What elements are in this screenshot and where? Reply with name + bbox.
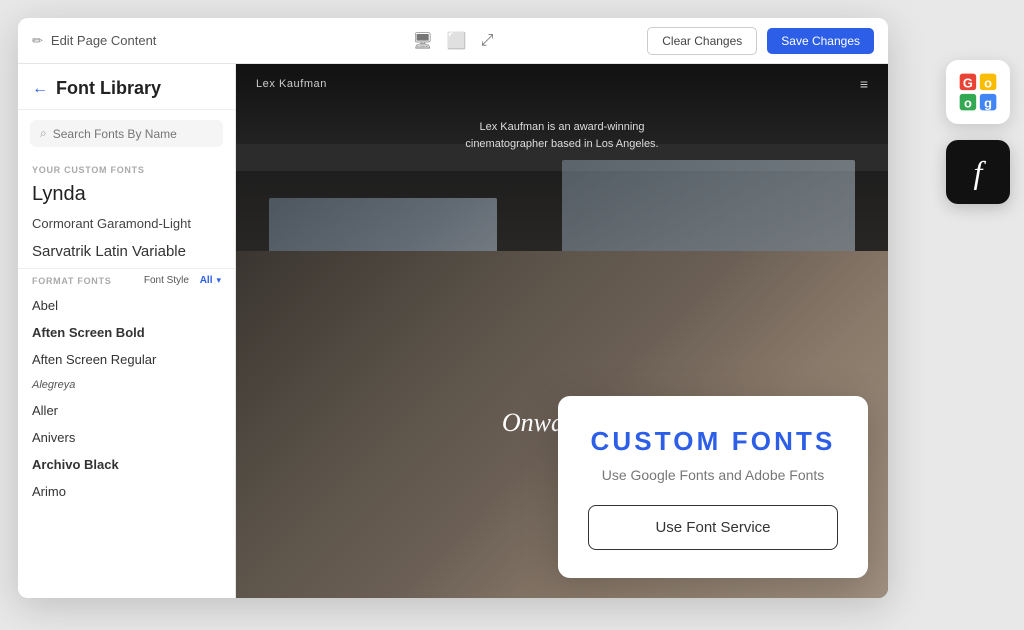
format-bar: FORMAT FONTS Font Style All ▾ [18, 268, 235, 292]
format-fonts-label: FORMAT FONTS [32, 276, 140, 286]
search-input[interactable] [53, 127, 213, 141]
adobe-fonts-badge[interactable]: f [946, 140, 1010, 204]
svg-text:G: G [963, 75, 973, 90]
list-item[interactable]: Aller [18, 397, 235, 424]
custom-fonts-title: CUSTOM FONTS [588, 426, 838, 457]
custom-fonts-card: CUSTOM FONTS Use Google Fonts and Adobe … [558, 396, 868, 578]
list-item[interactable]: Arimo [18, 478, 235, 505]
list-item[interactable]: Alegreya [18, 373, 235, 397]
list-item[interactable]: Archivo Black [18, 451, 235, 478]
custom-fonts-section-label: YOUR CUSTOM FONTS [18, 157, 235, 179]
svg-text:o: o [964, 96, 972, 111]
font-style-all[interactable]: All [200, 275, 213, 286]
tablet-icon[interactable]: ⬜ [447, 31, 467, 51]
custom-font-cormorant[interactable]: Cormorant Garamond-Light [18, 210, 235, 237]
canvas-site-name: Lex Kaufman [256, 78, 327, 90]
monitor-icon[interactable]: 🖥 [412, 31, 432, 51]
list-item[interactable]: Abel [18, 292, 235, 319]
sidebar-header: ← Font Library [18, 64, 235, 110]
search-box[interactable]: ⌕ [30, 120, 223, 147]
svg-text:o: o [984, 75, 992, 90]
canvas-menu-icon: ≡ [860, 76, 868, 92]
edit-pencil-icon: ✏ [32, 33, 43, 49]
save-changes-button[interactable]: Save Changes [767, 28, 874, 54]
top-bar-right: Clear Changes Save Changes [593, 27, 874, 55]
canvas-hero: Lex Kaufman is an award-winning cinemato… [236, 119, 888, 152]
font-list: YOUR CUSTOM FONTS Lynda Cormorant Garamo… [18, 157, 235, 598]
top-bar-center: 🖥 ⬜ ⤢ [313, 31, 594, 51]
font-style-label: Font Style [144, 275, 189, 286]
editor-window: ✏ Edit Page Content 🖥 ⬜ ⤢ Clear Changes … [18, 18, 888, 598]
edit-page-label: Edit Page Content [51, 33, 157, 48]
chevron-down-icon[interactable]: ▾ [216, 275, 221, 286]
google-fonts-badge[interactable]: G o o g [946, 60, 1010, 124]
use-font-service-button[interactable]: Use Font Service [588, 505, 838, 550]
google-logo-icon: G o o g [956, 70, 1000, 114]
canvas-hero-description: Lex Kaufman is an award-winning cinemato… [465, 119, 658, 152]
custom-fonts-subtitle: Use Google Fonts and Adobe Fonts [588, 467, 838, 483]
custom-font-lynda[interactable]: Lynda [18, 179, 235, 210]
top-bar: ✏ Edit Page Content 🖥 ⬜ ⤢ Clear Changes … [18, 18, 888, 64]
canvas-nav: Lex Kaufman ≡ [236, 64, 888, 104]
font-style-separator [193, 275, 196, 286]
list-item[interactable]: Aften Screen Bold [18, 319, 235, 346]
svg-text:g: g [984, 96, 992, 111]
top-bar-left: ✏ Edit Page Content [32, 33, 313, 49]
adobe-f-icon: f [974, 154, 983, 191]
font-library-sidebar: ← Font Library ⌕ YOUR CUSTOM FONTS Lynda… [18, 64, 236, 598]
content-area: ← Font Library ⌕ YOUR CUSTOM FONTS Lynda… [18, 64, 888, 598]
list-item[interactable]: Aften Screen Regular [18, 346, 235, 373]
search-icon: ⌕ [40, 126, 47, 141]
main-canvas: Lex Kaufman ≡ Lex Kaufman is an award-wi… [236, 64, 888, 598]
expand-icon[interactable]: ⤢ [481, 32, 494, 50]
list-item[interactable]: Anivers [18, 424, 235, 451]
back-arrow-icon[interactable]: ← [32, 80, 48, 98]
clear-changes-button[interactable]: Clear Changes [647, 27, 757, 55]
sidebar-title: Font Library [56, 78, 161, 99]
custom-font-sarvatrik[interactable]: Sarvatrik Latin Variable [18, 237, 235, 266]
